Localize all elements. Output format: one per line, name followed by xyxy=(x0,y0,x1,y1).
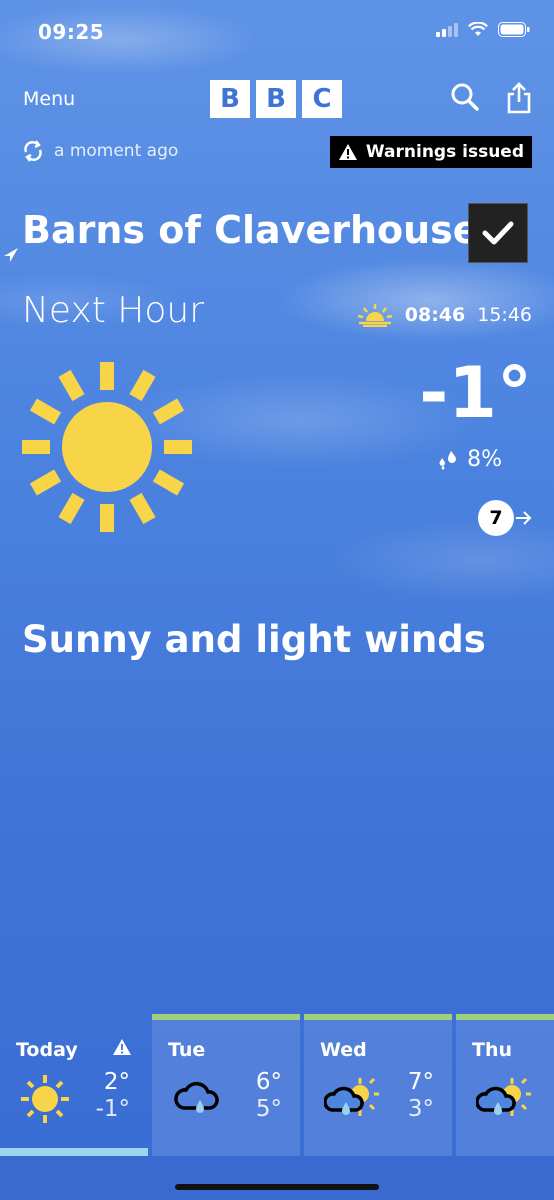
forecast-day-name: Tue xyxy=(168,1039,206,1061)
sun-icon xyxy=(21,1075,69,1123)
precipitation-value: 8% xyxy=(467,447,502,472)
forecast-low: 5° xyxy=(255,1096,282,1122)
share-icon[interactable] xyxy=(506,82,532,114)
status-time: 09:25 xyxy=(38,20,105,44)
location-arrow-icon xyxy=(4,248,18,262)
current-temperature: -1° xyxy=(419,352,532,434)
warnings-button[interactable]: Warnings issued xyxy=(329,136,532,168)
warning-icon xyxy=(338,144,357,160)
sunrise-time: 08:46 xyxy=(404,304,466,326)
logo-letter: B xyxy=(256,80,296,118)
forecast-high: 2° xyxy=(103,1069,130,1095)
forecast-high: 7° xyxy=(407,1069,434,1095)
forecast-day-tue[interactable]: Tue 6° 5° xyxy=(152,1014,300,1156)
warning-icon xyxy=(113,1039,131,1055)
forecast-day-thu[interactable]: Thu xyxy=(456,1014,554,1156)
sunset-time: 15:46 xyxy=(477,304,532,326)
battery-icon xyxy=(498,22,530,37)
search-icon[interactable] xyxy=(450,82,480,112)
location-name: Barns of Claverhouse xyxy=(22,208,479,252)
wind-speed: 7 xyxy=(478,500,514,536)
bbc-logo[interactable]: B B C xyxy=(210,80,342,118)
wind-indicator: 7 xyxy=(478,500,532,536)
forecast-day-name: Today xyxy=(16,1039,78,1061)
forecast-day-today[interactable]: Today 2° -1° xyxy=(0,1014,148,1156)
forecast-high: 6° xyxy=(255,1069,282,1095)
warning-label: Warnings issued xyxy=(365,142,524,162)
forecast-day-wed[interactable]: Wed 7° 3° xyxy=(304,1014,452,1156)
day-accent-bar xyxy=(152,1014,300,1020)
wifi-icon xyxy=(468,22,488,36)
daily-forecast: Today 2° -1° Tue 6° 5° Wed 7° 3° Thu xyxy=(0,1014,554,1156)
sun-icon xyxy=(22,362,192,532)
forecast-day-name: Wed xyxy=(320,1039,367,1061)
forecast-low: -1° xyxy=(95,1096,130,1122)
home-indicator[interactable] xyxy=(175,1184,379,1190)
weather-summary: Sunny and light winds xyxy=(22,618,486,661)
status-icons xyxy=(436,22,530,37)
raindrops-icon xyxy=(439,450,457,470)
logo-letter: B xyxy=(210,80,250,118)
forecast-low: 3° xyxy=(407,1096,434,1122)
header-actions xyxy=(450,82,532,114)
menu-button[interactable]: Menu xyxy=(23,88,75,110)
day-accent-bar xyxy=(456,1014,554,1020)
selected-day-indicator xyxy=(0,1148,148,1156)
checkmark-icon xyxy=(482,221,514,245)
forecast-day-name: Thu xyxy=(472,1039,513,1061)
cloud-rain-icon xyxy=(174,1081,219,1113)
sun-cloud-rain-icon xyxy=(476,1077,531,1116)
bottom-bar xyxy=(0,1156,554,1200)
precipitation: 8% xyxy=(437,447,502,472)
sunrise-icon xyxy=(357,304,392,327)
day-accent-bar xyxy=(304,1014,452,1020)
save-location-checkbox[interactable] xyxy=(468,203,528,263)
refresh-icon[interactable] xyxy=(22,140,44,162)
logo-letter: C xyxy=(302,80,342,118)
wind-direction-arrow-icon xyxy=(516,511,532,525)
last-updated[interactable]: a moment ago xyxy=(22,140,178,162)
sun-times: 08:46 15:46 xyxy=(357,303,532,327)
period-label: Next Hour xyxy=(22,290,205,331)
signal-icon xyxy=(436,22,458,37)
updated-text: a moment ago xyxy=(54,141,179,161)
sun-cloud-rain-icon xyxy=(324,1077,379,1116)
